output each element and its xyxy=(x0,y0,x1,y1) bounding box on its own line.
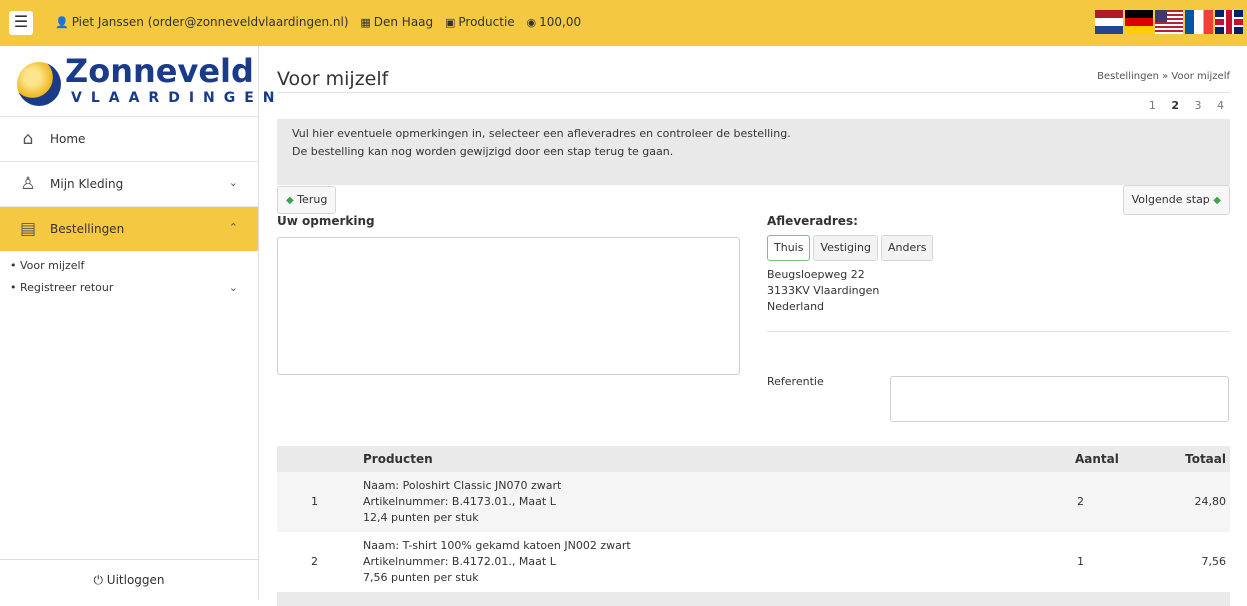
flag-nl-icon[interactable] xyxy=(1095,10,1123,34)
table-row: 1 Naam: Poloshirt Classic JN070 zwart Ar… xyxy=(277,472,1230,532)
step-2-current: 2 xyxy=(1171,99,1179,112)
sidebar-subitem-label: • Voor mijzelf xyxy=(10,259,85,272)
hamburger-menu-button[interactable]: ☰ xyxy=(9,11,33,35)
user-name: Piet Janssen (order@zonneveldvlaardingen… xyxy=(71,15,349,29)
logo-subtitle: VLAARDINGEN xyxy=(71,90,284,106)
info-line: De bestelling kan nog worden gewijzigd d… xyxy=(292,145,674,158)
row-total: 7,56 xyxy=(1201,555,1227,568)
user-icon: 👤 xyxy=(55,16,69,29)
sidebar: Zonneveld VLAARDINGEN ⌂ Home ♙ Mijn Kled… xyxy=(0,46,275,600)
remark-textarea[interactable] xyxy=(277,237,740,375)
step-indicator: 1 2 3 4 xyxy=(1137,99,1224,112)
next-label: Volgende stap xyxy=(1131,193,1210,206)
arrow-left-icon: ◆ xyxy=(286,195,294,206)
address-country: Nederland xyxy=(767,300,825,313)
row-index: 1 xyxy=(311,495,318,508)
step-4: 4 xyxy=(1217,99,1224,112)
address-city: 3133KV Vlaardingen xyxy=(767,284,880,297)
logout-label: Uitloggen xyxy=(106,573,165,587)
table-row: 2 Naam: T-shirt 100% gekamd katoen JN002… xyxy=(277,532,1230,592)
row-quantity: 1 xyxy=(1077,555,1084,568)
chevron-up-icon: ⌃ xyxy=(228,221,238,234)
address-street: Beugsloepweg 22 xyxy=(767,268,865,281)
divider xyxy=(767,331,1230,332)
logo-name: Zonneveld xyxy=(65,52,254,90)
address-label: Afleveradres: xyxy=(767,214,858,228)
info-panel: Vul hier eventuele opmerkingen in, selec… xyxy=(277,119,1230,185)
power-icon: ⏻ xyxy=(93,573,103,587)
sidebar-subitem-voor-mijzelf[interactable]: • Voor mijzelf xyxy=(0,255,258,277)
sidebar-item-label: Mijn Kleding xyxy=(50,177,124,191)
sidebar-nav: ⌂ Home ♙ Mijn Kleding ⌄ ▤ Bestellingen ⌃… xyxy=(0,116,258,299)
sidebar-subitem-label: • Registreer retour xyxy=(10,281,114,294)
address-tab-anders[interactable]: Anders xyxy=(880,235,934,261)
logo[interactable]: Zonneveld VLAARDINGEN xyxy=(15,52,275,110)
sidebar-subitem-registreer-retour[interactable]: • Registreer retour ⌄ xyxy=(0,277,258,299)
back-button[interactable]: ◆ Terug xyxy=(277,186,337,214)
row-index: 2 xyxy=(311,555,318,568)
product-cell: Naam: Poloshirt Classic JN070 zwart Arti… xyxy=(363,478,561,526)
language-selector xyxy=(1095,10,1243,34)
step-3: 3 xyxy=(1194,99,1202,112)
arrow-right-icon: ◆ xyxy=(1213,195,1221,206)
page-title: Voor mijzelf xyxy=(277,68,389,90)
row-total: 24,80 xyxy=(1194,495,1227,508)
product-points: 12,4 punten per stuk xyxy=(363,511,479,524)
sidebar-item-home[interactable]: ⌂ Home xyxy=(0,116,258,161)
product-cell: Naam: T-shirt 100% gekamd katoen JN002 z… xyxy=(363,538,631,586)
sidebar-item-label: Bestellingen xyxy=(50,222,125,236)
next-step-button[interactable]: Volgende stap ◆ xyxy=(1122,185,1230,215)
sidebar-item-label: Home xyxy=(50,132,86,146)
top-bar: ☰ 👤 Piet Janssen (order@zonneveldvlaardin… xyxy=(0,0,1247,46)
table-header: Producten Aantal Totaal xyxy=(277,446,1230,472)
product-name: Naam: Poloshirt Classic JN070 zwart xyxy=(363,479,562,492)
id-card-icon: ▣ xyxy=(444,16,456,29)
remark-label: Uw opmerking xyxy=(277,214,375,228)
chevron-down-icon: ⌄ xyxy=(228,176,238,189)
product-points: 7,56 punten per stuk xyxy=(363,571,479,584)
address-tab-thuis[interactable]: Thuis xyxy=(767,235,811,261)
flag-fr-icon[interactable] xyxy=(1185,10,1213,34)
address-tabs: Thuis Vestiging Anders xyxy=(767,235,934,261)
product-article: Artikelnummer: B.4172.01., Maat L xyxy=(363,555,556,568)
coins-icon: ◉ xyxy=(526,16,537,29)
divider xyxy=(277,92,1230,93)
flag-de-icon[interactable] xyxy=(1125,10,1153,34)
points-balance: 100,00 xyxy=(539,15,582,29)
location: Den Haag xyxy=(373,15,434,29)
flag-us-icon[interactable] xyxy=(1155,10,1183,34)
column-header-products: Producten xyxy=(363,452,433,466)
environment: Productie xyxy=(458,15,515,29)
info-line: Vul hier eventuele opmerkingen in, selec… xyxy=(292,127,791,140)
user-icon: ♙ xyxy=(20,174,36,194)
address-tab-vestiging[interactable]: Vestiging xyxy=(813,235,878,261)
reference-label: Referentie xyxy=(767,375,824,388)
breadcrumb[interactable]: Bestellingen » Voor mijzelf xyxy=(1097,71,1230,82)
product-name: Naam: T-shirt 100% gekamd katoen JN002 z… xyxy=(363,539,631,552)
sidebar-item-bestellingen[interactable]: ▤ Bestellingen ⌃ xyxy=(0,206,258,251)
reference-textarea[interactable] xyxy=(890,376,1229,422)
step-1: 1 xyxy=(1148,99,1156,112)
column-header-quantity: Aantal xyxy=(1075,452,1119,466)
building-icon: ▦ xyxy=(360,16,371,29)
column-header-total: Totaal xyxy=(1185,452,1226,466)
product-article: Artikelnummer: B.4173.01., Maat L xyxy=(363,495,556,508)
logo-sun-icon xyxy=(17,62,61,106)
flag-gb-icon[interactable] xyxy=(1215,10,1243,34)
menu-icon: ☰ xyxy=(13,12,29,31)
row-quantity: 2 xyxy=(1077,495,1084,508)
back-label: Terug xyxy=(297,193,328,206)
home-icon: ⌂ xyxy=(22,129,34,149)
delivery-address: Beugsloepweg 22 3133KV Vlaardingen Neder… xyxy=(767,267,879,315)
logout-button[interactable]: ⏻ Uitloggen xyxy=(0,559,258,600)
chevron-down-icon: ⌄ xyxy=(228,281,238,294)
table-footer xyxy=(277,592,1230,606)
document-icon: ▤ xyxy=(19,219,37,239)
user-info: 👤 Piet Janssen (order@zonneveldvlaardinge… xyxy=(55,15,589,29)
sidebar-item-mijn-kleding[interactable]: ♙ Mijn Kleding ⌄ xyxy=(0,161,258,206)
products-table: Producten Aantal Totaal 1 Naam: Poloshir… xyxy=(277,446,1230,606)
